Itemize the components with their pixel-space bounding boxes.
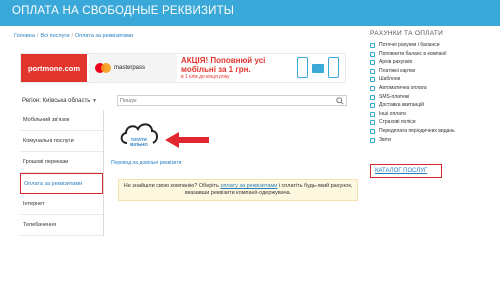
wallet-icon (370, 51, 375, 57)
sidebar-item-subscription[interactable]: Передплата періодичних видань (370, 127, 490, 136)
category-list: Мобільний зв'язок Комунальні послуги Гро… (20, 110, 104, 236)
catalog-link[interactable]: КАТАЛОГ ПОСЛУГ (375, 168, 427, 174)
notice-box: Не знайшли свою компанію? Оберіть оплату… (118, 179, 358, 201)
sidebar-item-other[interactable]: Інші оплати (370, 110, 490, 119)
right-sidebar: РАХУНКИ ТА ОПЛАТИ Поточні рахунки і бала… (370, 30, 490, 144)
phone-icon (297, 57, 308, 78)
subscription-icon (370, 128, 375, 134)
sidebar-item-cards[interactable]: Платіжні картки (370, 67, 490, 76)
other-icon (370, 111, 375, 117)
arrow-left-icon (165, 132, 209, 148)
phone-icon (328, 57, 339, 78)
breadcrumb-all-services[interactable]: Всі послуги (40, 33, 69, 39)
sidebar-item-insurance[interactable]: Страхові поліси (370, 118, 490, 127)
sidebar-item-topup[interactable]: Поповнити баланс в компанії (370, 50, 490, 59)
sidebar-item-autopay[interactable]: Автоматична оплата (370, 84, 490, 93)
sidebar-item-sms[interactable]: SMS-платежі (370, 93, 490, 102)
promo-title: АКЦІЯ! Поповнюй усі мобільні за 1 грн. (181, 56, 266, 74)
promo-text-block: АКЦІЯ! Поповнюй усі мобільні за 1 грн. в… (181, 56, 291, 80)
category-payment-by-details[interactable]: Оплата за реквізитами (20, 173, 103, 194)
free-details-link[interactable]: Перевод на довільні реквізити (111, 160, 181, 166)
sidebar-item-delivery[interactable]: Доставка квитанцій (370, 101, 490, 110)
category-tv[interactable]: Телебачення (20, 215, 103, 236)
catalog-box: КАТАЛОГ ПОСЛУГ (370, 164, 442, 178)
search-input[interactable] (120, 97, 330, 105)
insurance-icon (370, 120, 375, 126)
sidebar-item-current-bills[interactable]: Поточні рахунки і баланси (370, 41, 490, 50)
plati-vilno-logo[interactable]: ПЛАТИ ВІЛЬНО (118, 118, 160, 156)
region-label: Регіон: Київська область (22, 98, 91, 104)
report-icon (370, 137, 375, 143)
breadcrumb: Головна / Всі послуги / Оплата за реквізитам… (14, 33, 134, 39)
logo-caption: ПЛАТИ ВІЛЬНО (130, 137, 148, 147)
breadcrumb-home[interactable]: Головна (14, 33, 35, 39)
category-internet[interactable]: Інтернет (20, 194, 103, 215)
region-selector[interactable]: Регіон: Київська область ▼ (22, 98, 97, 104)
chevron-down-icon: ▼ (92, 98, 97, 104)
right-sidebar-title: РАХУНКИ ТА ОПЛАТИ (370, 30, 444, 37)
card-icon (370, 68, 375, 74)
category-utilities[interactable]: Комунальні послуги (20, 131, 103, 152)
search-icon[interactable] (334, 96, 346, 105)
portmone-logo: portmone.com (21, 54, 87, 82)
promo-banner[interactable]: portmone.com masterpass АКЦІЯ! Поповнюй … (20, 53, 346, 83)
sidebar-item-templates[interactable]: Шаблони (370, 75, 490, 84)
masterpass-label: masterpass (114, 65, 146, 71)
page: ОПЛАТА НА СВОБОДНЫЕ РЕКВИЗИТЫ Головна / Вс… (0, 0, 500, 300)
autopay-icon (370, 85, 375, 91)
template-icon (370, 77, 375, 83)
category-mobile[interactable]: Мобільний зв'язок (20, 110, 103, 131)
sidebar-item-reports[interactable]: Звіти (370, 136, 490, 145)
promo-subtitle: в 1 клік до кінця року (181, 74, 230, 80)
notice-text-pre: Не знайшли свою компанію? Оберіть (123, 183, 219, 189)
breadcrumb-current[interactable]: Оплата за реквізитами (75, 33, 133, 39)
archive-icon (370, 60, 375, 66)
delivery-icon (370, 103, 375, 109)
page-title: ОПЛАТА НА СВОБОДНЫЕ РЕКВИЗИТЫ (12, 5, 235, 17)
masterpass-logo: masterpass (89, 54, 177, 82)
wallet-icon (312, 64, 324, 73)
bill-icon (370, 43, 375, 48)
notice-link[interactable]: оплату за реквізитами (220, 183, 277, 189)
sidebar-item-archive[interactable]: Архів рахунків (370, 58, 490, 67)
page-header: ОПЛАТА НА СВОБОДНЫЕ РЕКВИЗИТЫ (0, 0, 500, 26)
category-transfers[interactable]: Грошові перекази (20, 152, 103, 173)
search-box (117, 95, 347, 106)
mastercard-icon (95, 63, 111, 73)
sms-icon (370, 94, 375, 100)
